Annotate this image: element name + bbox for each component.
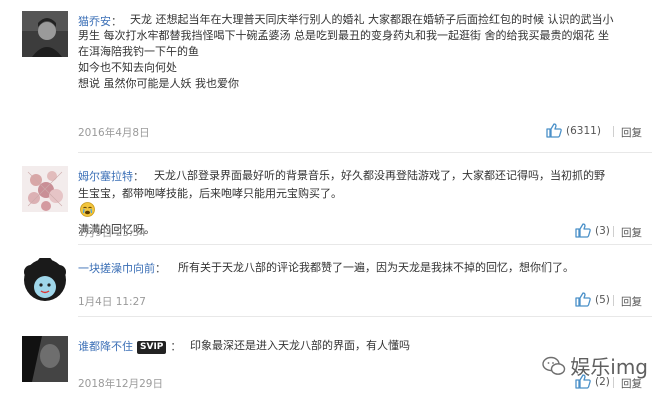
avatar[interactable]	[22, 336, 68, 382]
comment-line: 在洱海陪我钓一下午的鱼	[78, 45, 199, 58]
reply-button[interactable]: 回复	[621, 125, 642, 140]
divider	[613, 295, 614, 306]
thumbs-up-icon	[575, 223, 591, 238]
comment-line: 想说 虽然你可能是人妖 我也爱你	[78, 77, 239, 90]
wechat-icon	[542, 356, 566, 375]
username[interactable]: 猫乔安：	[78, 13, 122, 29]
watermark: 娱乐img	[542, 351, 648, 380]
comment-3: 一块搓澡巾向前： 所有关于天龙八部的评论我都赞了一遍，因为天龙是我抹不掉的回忆，…	[0, 244, 660, 324]
comment-text: 天龙 还想起当年在大理普天同庆举行别人的婚礼 大家都跟在婚轿子后面捡红包的时候 …	[130, 12, 614, 28]
comment-text: 印象最深还是进入天龙八部的界面，有人懂吗	[190, 339, 410, 352]
comment-line: 男生 每次打水牢都替我挡怪喝下十碗孟婆汤 总是吃到最丑的变身药丸和我一起逛街 舍…	[78, 29, 609, 42]
divider	[613, 226, 614, 237]
reply-button[interactable]: 回复	[621, 294, 642, 309]
comment-text: 天龙八部登录界面最好听的背景音乐，好久都没再登陆游戏了，大家都还记得吗，当初抓的…	[154, 168, 605, 184]
avatar[interactable]	[22, 166, 68, 212]
comment-text: 所有关于天龙八部的评论我都赞了一遍，因为天龙是我抹不掉的回忆，想你们了。	[178, 261, 574, 274]
thumbs-up-icon	[546, 123, 562, 138]
comment-date: 1月4日 11:27	[78, 296, 146, 308]
avatar[interactable]	[22, 11, 68, 57]
comment-line: 天龙八部登录界面最好听的背景音乐，好久都没再登陆游戏了，大家都还记得吗，当初抓的…	[154, 169, 605, 182]
divider	[613, 126, 614, 137]
comment-line: 如今也不知去向何处	[78, 61, 177, 74]
like-count: (3)	[595, 224, 610, 237]
username[interactable]: 一块搓澡巾向前：	[78, 260, 166, 276]
comment-date: 1月9日 23:34	[78, 227, 146, 239]
like-button[interactable]: (6311)	[546, 123, 601, 138]
thumbs-up-icon	[575, 292, 591, 307]
comment-line: 天龙 还想起当年在大理普天同庆举行别人的婚礼 大家都跟在婚轿子后面捡红包的时候 …	[130, 13, 614, 26]
watermark-text: 娱乐img	[570, 355, 648, 379]
comment-2: 姆尔塞拉特： 天龙八部登录界面最好听的背景音乐，好久都没再登陆游戏了，大家都还记…	[0, 152, 660, 245]
like-count: (6311)	[566, 124, 601, 137]
like-button[interactable]: (3)	[575, 223, 610, 238]
comment-date: 2016年4月8日	[78, 127, 150, 139]
crying-face-icon	[80, 202, 340, 222]
like-count: (5)	[595, 293, 610, 306]
avatar[interactable]	[22, 258, 68, 304]
comment-1: 猫乔安： 天龙 还想起当年在大理普天同庆举行别人的婚礼 大家都跟在婚轿子后面捡红…	[0, 0, 660, 153]
username[interactable]: 谁都降不住 SVIP：	[78, 338, 181, 354]
comment-text-cont: 男生 每次打水牢都替我挡怪喝下十碗孟婆汤 总是吃到最丑的变身药丸和我一起逛街 舍…	[78, 28, 609, 92]
svip-badge: SVIP	[137, 341, 167, 354]
like-button[interactable]: (5)	[575, 292, 610, 307]
reply-button[interactable]: 回复	[621, 225, 642, 240]
comment-date: 2018年12月29日	[78, 378, 163, 390]
username[interactable]: 姆尔塞拉特：	[78, 168, 144, 184]
